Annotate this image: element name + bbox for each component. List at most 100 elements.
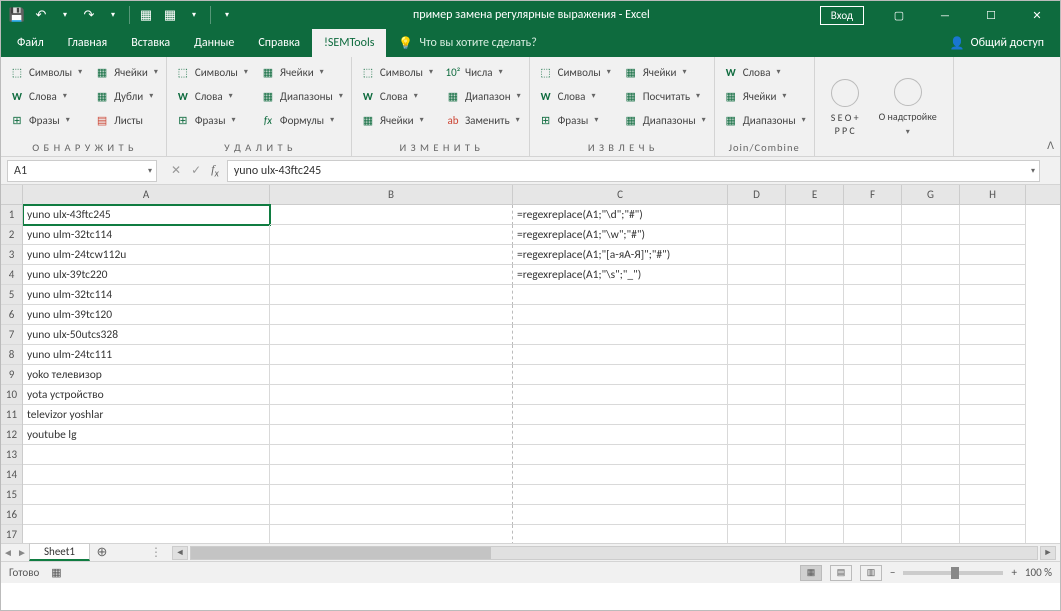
cell-B1[interactable]: [270, 205, 513, 225]
ext-words-button[interactable]: WСлова▾: [538, 85, 611, 107]
cell-E10[interactable]: [786, 385, 844, 405]
cell-B10[interactable]: [270, 385, 513, 405]
cell-A1[interactable]: yuno ulx-43ftc245: [23, 205, 270, 225]
tab-data[interactable]: Данные: [182, 29, 246, 57]
cell-C2[interactable]: =regexreplace(A1;"\w";"#"): [513, 225, 728, 245]
cell-H17[interactable]: [960, 525, 1026, 543]
cell-D10[interactable]: [728, 385, 786, 405]
cell-G13[interactable]: [902, 445, 960, 465]
cell-G5[interactable]: [902, 285, 960, 305]
del-formulas-button[interactable]: fxФормулы▾: [260, 109, 343, 131]
cell-B8[interactable]: [270, 345, 513, 365]
cell-G11[interactable]: [902, 405, 960, 425]
cell-B6[interactable]: [270, 305, 513, 325]
cell-F8[interactable]: [844, 345, 902, 365]
row-header-4[interactable]: 4: [1, 265, 22, 285]
cell-E17[interactable]: [786, 525, 844, 543]
cell-C15[interactable]: [513, 485, 728, 505]
undo-dropdown-icon[interactable]: ▾: [57, 7, 73, 23]
cell-H16[interactable]: [960, 505, 1026, 525]
cell-F6[interactable]: [844, 305, 902, 325]
cell-E7[interactable]: [786, 325, 844, 345]
column-header-F[interactable]: F: [844, 185, 902, 204]
row-header-6[interactable]: 6: [1, 305, 22, 325]
cell-A16[interactable]: [23, 505, 270, 525]
cell-C4[interactable]: =regexreplace(A1;"\s";"_"): [513, 265, 728, 285]
cell-A12[interactable]: youtube lg: [23, 425, 270, 445]
select-all-corner[interactable]: [1, 185, 22, 205]
cell-D7[interactable]: [728, 325, 786, 345]
view-pagebreak-icon[interactable]: ▥: [860, 565, 882, 581]
qat-dropdown-icon[interactable]: ▾: [186, 7, 202, 23]
cell-B5[interactable]: [270, 285, 513, 305]
find-words-button[interactable]: WСлова▾: [9, 85, 82, 107]
ext-count-button[interactable]: ▦Посчитать▾: [623, 85, 706, 107]
cell-D4[interactable]: [728, 265, 786, 285]
cell-A5[interactable]: yuno ulm-32tc114: [23, 285, 270, 305]
cell-H7[interactable]: [960, 325, 1026, 345]
close-icon[interactable]: ✕: [1014, 1, 1060, 29]
zoom-level[interactable]: 100 %: [1025, 566, 1052, 579]
cell-B17[interactable]: [270, 525, 513, 543]
sheet-tab-active[interactable]: Sheet1: [29, 543, 90, 561]
cell-D14[interactable]: [728, 465, 786, 485]
cell-F17[interactable]: [844, 525, 902, 543]
chg-words-button[interactable]: WСлова▾: [360, 85, 433, 107]
cell-A4[interactable]: yuno ulx-39tc220: [23, 265, 270, 285]
cell-C6[interactable]: [513, 305, 728, 325]
hscroll-track[interactable]: [190, 546, 1038, 560]
cell-G2[interactable]: [902, 225, 960, 245]
cell-C11[interactable]: [513, 405, 728, 425]
row-header-8[interactable]: 8: [1, 345, 22, 365]
cell-D17[interactable]: [728, 525, 786, 543]
cell-H3[interactable]: [960, 245, 1026, 265]
cell-D3[interactable]: [728, 245, 786, 265]
cell-D11[interactable]: [728, 405, 786, 425]
cell-H10[interactable]: [960, 385, 1026, 405]
row-header-16[interactable]: 16: [1, 505, 22, 525]
column-header-G[interactable]: G: [902, 185, 960, 204]
cell-E13[interactable]: [786, 445, 844, 465]
cell-G12[interactable]: [902, 425, 960, 445]
cell-F5[interactable]: [844, 285, 902, 305]
find-phrases-button[interactable]: ⊞Фразы▾: [9, 109, 82, 131]
cell-D16[interactable]: [728, 505, 786, 525]
column-header-C[interactable]: C: [513, 185, 728, 204]
row-header-14[interactable]: 14: [1, 465, 22, 485]
cell-H5[interactable]: [960, 285, 1026, 305]
cell-F15[interactable]: [844, 485, 902, 505]
undo-icon[interactable]: ↶: [33, 7, 49, 23]
cell-F13[interactable]: [844, 445, 902, 465]
cell-A8[interactable]: yuno ulm-24tc111: [23, 345, 270, 365]
cell-E14[interactable]: [786, 465, 844, 485]
find-cells-button[interactable]: ▦Ячейки▾: [94, 61, 158, 83]
cell-E2[interactable]: [786, 225, 844, 245]
cell-G4[interactable]: [902, 265, 960, 285]
column-header-E[interactable]: E: [786, 185, 844, 204]
cell-E9[interactable]: [786, 365, 844, 385]
row-header-12[interactable]: 12: [1, 425, 22, 445]
cell-E11[interactable]: [786, 405, 844, 425]
save-icon[interactable]: 💾: [9, 7, 25, 23]
cell-C10[interactable]: [513, 385, 728, 405]
cell-A14[interactable]: [23, 465, 270, 485]
cell-E12[interactable]: [786, 425, 844, 445]
find-dups-button[interactable]: ▦Дубли▾: [94, 85, 158, 107]
cell-C3[interactable]: =regexreplace(A1;"[а-яА-Я]";"#"): [513, 245, 728, 265]
cell-F14[interactable]: [844, 465, 902, 485]
macro-record-icon[interactable]: ▦: [51, 566, 61, 579]
ext-symbols-button[interactable]: ⬚Символы▾: [538, 61, 611, 83]
cell-A6[interactable]: yuno ulm-39tc120: [23, 305, 270, 325]
cell-A3[interactable]: yuno ulm-24tcw112u: [23, 245, 270, 265]
cell-G15[interactable]: [902, 485, 960, 505]
cell-B15[interactable]: [270, 485, 513, 505]
cell-A9[interactable]: yoko телевизор: [23, 365, 270, 385]
cell-C16[interactable]: [513, 505, 728, 525]
row-header-5[interactable]: 5: [1, 285, 22, 305]
cell-H15[interactable]: [960, 485, 1026, 505]
name-box[interactable]: A1 ▾: [7, 160, 157, 182]
cell-G7[interactable]: [902, 325, 960, 345]
cell-H8[interactable]: [960, 345, 1026, 365]
column-header-A[interactable]: A: [23, 185, 270, 204]
cell-C9[interactable]: [513, 365, 728, 385]
